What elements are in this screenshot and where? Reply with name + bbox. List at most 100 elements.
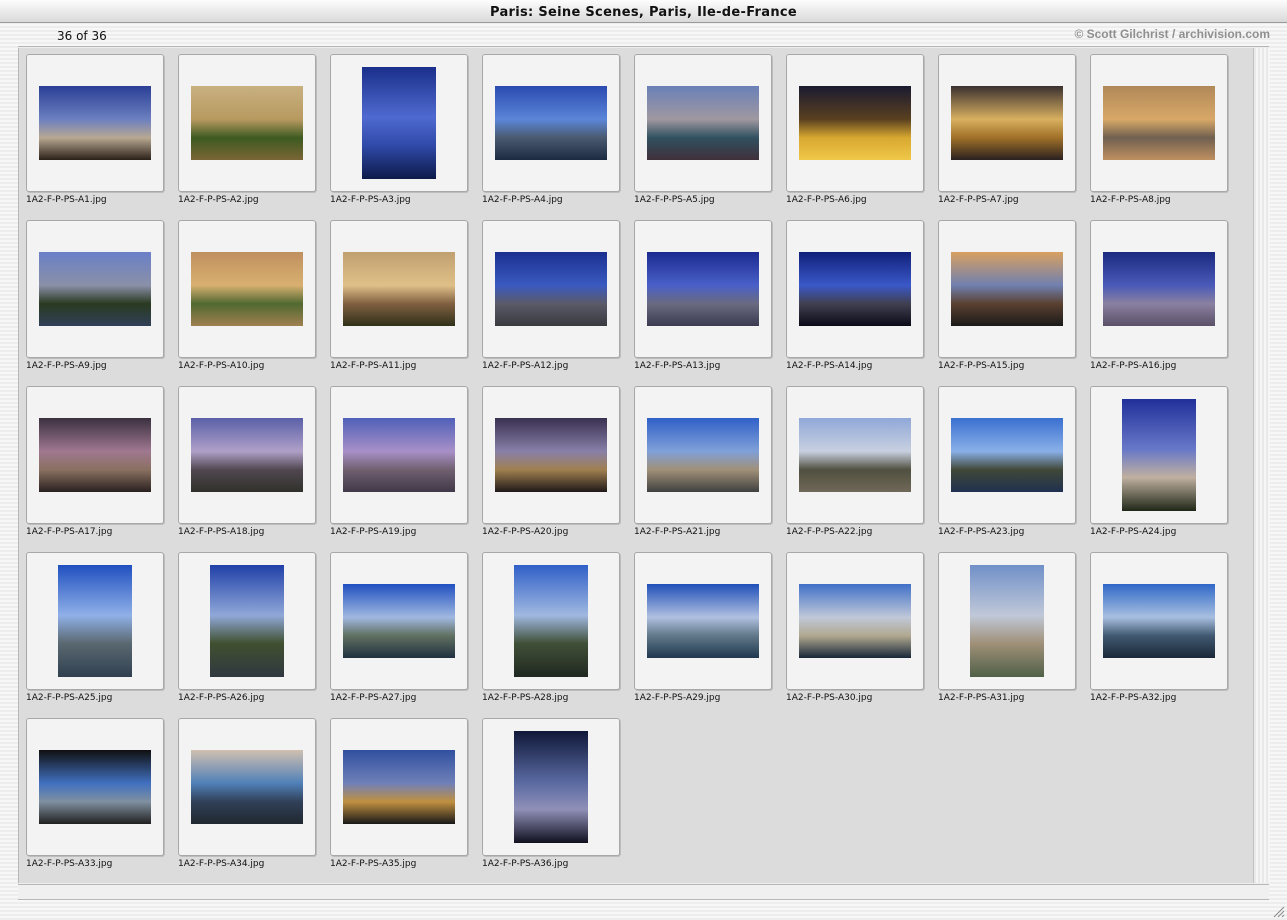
thumbnail-filename: 1A2-F-P-PS-A13.jpg — [634, 361, 721, 371]
thumbnail-image — [1103, 252, 1215, 326]
thumbnail-slide[interactable] — [26, 718, 164, 856]
thumbnail-filename: 1A2-F-P-PS-A32.jpg — [1090, 693, 1177, 703]
thumbnail-slide[interactable] — [482, 386, 620, 524]
thumbnail-slide[interactable] — [482, 54, 620, 192]
thumbnail-image — [191, 418, 303, 492]
thumbnail-filename: 1A2-F-P-PS-A17.jpg — [26, 527, 113, 537]
thumbnail-image — [647, 418, 759, 492]
header-divider — [18, 46, 1269, 47]
thumbnail-image — [495, 86, 607, 160]
thumbnail-slide[interactable] — [1090, 54, 1228, 192]
thumbnail-slide[interactable] — [634, 386, 772, 524]
thumbnail-slide[interactable] — [178, 718, 316, 856]
thumbnail-slide[interactable] — [26, 386, 164, 524]
thumbnail-slide[interactable] — [178, 54, 316, 192]
item-count: 36 of 36 — [57, 29, 107, 43]
thumbnail-filename: 1A2-F-P-PS-A10.jpg — [178, 361, 265, 371]
thumbnail-image — [210, 565, 284, 677]
thumbnail-filename: 1A2-F-P-PS-A25.jpg — [26, 693, 113, 703]
thumbnail-image — [495, 418, 607, 492]
thumbnail-filename: 1A2-F-P-PS-A28.jpg — [482, 693, 569, 703]
thumbnail-slide[interactable] — [330, 54, 468, 192]
thumbnail-slide[interactable] — [634, 552, 772, 690]
window-titlebar[interactable]: Paris: Seine Scenes, Paris, Ile-de-Franc… — [0, 0, 1287, 23]
resize-grip-icon[interactable] — [1271, 904, 1285, 918]
thumbnail-filename: 1A2-F-P-PS-A24.jpg — [1090, 527, 1177, 537]
thumbnail-image — [647, 86, 759, 160]
thumbnail-filename: 1A2-F-P-PS-A5.jpg — [634, 195, 715, 205]
thumbnail-slide[interactable] — [330, 386, 468, 524]
thumbnail-filename: 1A2-F-P-PS-A1.jpg — [26, 195, 107, 205]
thumbnail-image — [191, 86, 303, 160]
thumbnail-filename: 1A2-F-P-PS-A9.jpg — [26, 361, 107, 371]
window-title: Paris: Seine Scenes, Paris, Ile-de-Franc… — [489, 5, 798, 20]
thumbnail-slide[interactable] — [482, 552, 620, 690]
thumbnail-image — [647, 584, 759, 658]
thumbnail-image — [514, 565, 588, 677]
thumbnail-image — [58, 565, 132, 677]
thumbnail-filename: 1A2-F-P-PS-A15.jpg — [938, 361, 1025, 371]
thumbnail-slide[interactable] — [938, 552, 1076, 690]
thumbnail-slide[interactable] — [634, 54, 772, 192]
thumbnail-filename: 1A2-F-P-PS-A27.jpg — [330, 693, 417, 703]
thumbnail-slide[interactable] — [482, 220, 620, 358]
thumbnail-filename: 1A2-F-P-PS-A22.jpg — [786, 527, 873, 537]
thumbnail-image — [647, 252, 759, 326]
thumbnail-slide[interactable] — [938, 386, 1076, 524]
thumbnail-slide[interactable] — [786, 54, 924, 192]
thumbnail-image — [39, 750, 151, 824]
thumbnail-filename: 1A2-F-P-PS-A2.jpg — [178, 195, 259, 205]
thumbnail-slide[interactable] — [1090, 386, 1228, 524]
thumbnail-slide[interactable] — [178, 386, 316, 524]
thumbnail-filename: 1A2-F-P-PS-A34.jpg — [178, 859, 265, 869]
thumbnail-filename: 1A2-F-P-PS-A36.jpg — [482, 859, 569, 869]
thumbnail-slide[interactable] — [26, 552, 164, 690]
thumbnail-slide[interactable] — [1090, 220, 1228, 358]
thumbnail-filename: 1A2-F-P-PS-A16.jpg — [1090, 361, 1177, 371]
thumbnail-filename: 1A2-F-P-PS-A31.jpg — [938, 693, 1025, 703]
thumbnail-image — [191, 252, 303, 326]
horizontal-scrollbar[interactable] — [18, 884, 1269, 900]
thumbnail-slide[interactable] — [178, 552, 316, 690]
thumbnail-filename: 1A2-F-P-PS-A33.jpg — [26, 859, 113, 869]
thumbnail-filename: 1A2-F-P-PS-A11.jpg — [330, 361, 417, 371]
copyright-credit: © Scott Gilchrist / archivision.com — [1074, 27, 1270, 41]
thumbnail-image — [1103, 584, 1215, 658]
thumbnail-grid: 1A2-F-P-PS-A1.jpg 1A2-F-P-PS-A2.jpg 1A2-F-… — [18, 48, 1254, 883]
thumbnail-image — [951, 418, 1063, 492]
thumbnail-slide[interactable] — [786, 386, 924, 524]
thumbnail-image — [514, 731, 588, 843]
thumbnail-slide[interactable] — [330, 718, 468, 856]
thumbnail-slide[interactable] — [330, 220, 468, 358]
thumbnail-slide[interactable] — [786, 552, 924, 690]
thumbnail-filename: 1A2-F-P-PS-A14.jpg — [786, 361, 873, 371]
thumbnail-image — [343, 252, 455, 326]
thumbnail-image — [39, 86, 151, 160]
thumbnail-filename: 1A2-F-P-PS-A35.jpg — [330, 859, 417, 869]
thumbnail-slide[interactable] — [26, 220, 164, 358]
thumbnail-slide[interactable] — [178, 220, 316, 358]
thumbnail-image — [951, 86, 1063, 160]
thumbnail-slide[interactable] — [938, 220, 1076, 358]
thumbnail-filename: 1A2-F-P-PS-A18.jpg — [178, 527, 265, 537]
thumbnail-image — [799, 418, 911, 492]
thumbnail-image — [495, 252, 607, 326]
vertical-scrollbar[interactable] — [1253, 48, 1270, 883]
thumbnail-image — [799, 86, 911, 160]
thumbnail-slide[interactable] — [786, 220, 924, 358]
thumbnail-slide[interactable] — [1090, 552, 1228, 690]
thumbnail-image — [1103, 86, 1215, 160]
thumbnail-filename: 1A2-F-P-PS-A12.jpg — [482, 361, 569, 371]
thumbnail-filename: 1A2-F-P-PS-A7.jpg — [938, 195, 1019, 205]
thumbnail-image — [362, 67, 436, 179]
thumbnail-image — [39, 252, 151, 326]
thumbnail-slide[interactable] — [634, 220, 772, 358]
thumbnail-slide[interactable] — [26, 54, 164, 192]
thumbnail-slide[interactable] — [330, 552, 468, 690]
thumbnail-image — [799, 584, 911, 658]
thumbnail-slide[interactable] — [938, 54, 1076, 192]
thumbnail-filename: 1A2-F-P-PS-A29.jpg — [634, 693, 721, 703]
thumbnail-image — [799, 252, 911, 326]
thumbnail-filename: 1A2-F-P-PS-A26.jpg — [178, 693, 265, 703]
thumbnail-slide[interactable] — [482, 718, 620, 856]
